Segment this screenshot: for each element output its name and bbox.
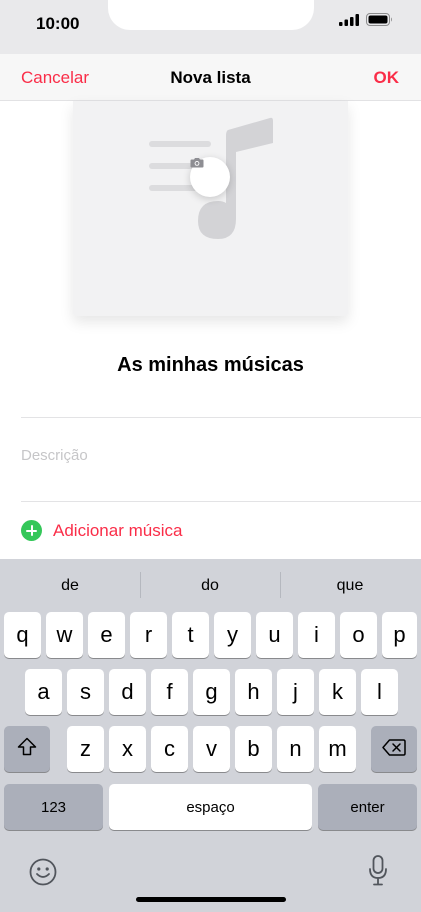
backspace-icon — [382, 736, 406, 762]
key-d[interactable]: d — [109, 669, 146, 715]
signal-icon — [339, 13, 359, 31]
keyboard: de do que q w e r t y u i o p a s d f g … — [0, 559, 421, 912]
divider — [21, 417, 421, 418]
key-n[interactable]: n — [277, 726, 314, 772]
key-e[interactable]: e — [88, 612, 125, 658]
key-r[interactable]: r — [130, 612, 167, 658]
key-o[interactable]: o — [340, 612, 377, 658]
key-t[interactable]: t — [172, 612, 209, 658]
key-p[interactable]: p — [382, 612, 417, 658]
key-v[interactable]: v — [193, 726, 230, 772]
add-music-button[interactable]: Adicionar música — [21, 520, 182, 541]
music-note-icon — [149, 117, 273, 239]
nav-bar: Cancelar Nova lista OK — [0, 54, 421, 101]
key-h[interactable]: h — [235, 669, 272, 715]
description-field[interactable]: Descrição — [21, 447, 88, 464]
status-time: 10:00 — [36, 14, 80, 33]
playlist-artwork[interactable] — [73, 101, 348, 316]
key-j[interactable]: j — [277, 669, 314, 715]
key-z[interactable]: z — [67, 726, 104, 772]
suggestion-3[interactable]: que — [280, 577, 420, 595]
emoji-icon — [29, 858, 57, 890]
battery-icon — [366, 13, 393, 31]
divider — [21, 501, 421, 502]
key-i[interactable]: i — [298, 612, 335, 658]
playlist-title[interactable]: As minhas músicas — [0, 354, 421, 377]
backspace-key[interactable] — [371, 726, 417, 772]
shift-icon — [17, 736, 37, 762]
key-s[interactable]: s — [67, 669, 104, 715]
status-bar: 10:00 — [0, 0, 421, 54]
change-artwork-button[interactable] — [190, 157, 230, 197]
ok-button[interactable]: OK — [374, 68, 400, 88]
key-w[interactable]: w — [46, 612, 83, 658]
suggestion-1[interactable]: de — [0, 577, 140, 595]
key-c[interactable]: c — [151, 726, 188, 772]
key-a[interactable]: a — [25, 669, 62, 715]
nav-title: Nova lista — [170, 68, 251, 87]
suggestion-bar: de do que — [0, 559, 421, 611]
key-x[interactable]: x — [109, 726, 146, 772]
dictation-button[interactable] — [368, 855, 388, 892]
add-music-label: Adicionar música — [53, 520, 183, 540]
key-y[interactable]: y — [214, 612, 251, 658]
key-b[interactable]: b — [235, 726, 272, 772]
key-g[interactable]: g — [193, 669, 230, 715]
emoji-button[interactable] — [29, 858, 57, 891]
key-f[interactable]: f — [151, 669, 188, 715]
key-k[interactable]: k — [319, 669, 356, 715]
key-l[interactable]: l — [361, 669, 398, 715]
notch — [108, 0, 314, 30]
key-m[interactable]: m — [319, 726, 356, 772]
add-icon — [21, 520, 42, 541]
screen: 10:00 Cancelar Nova lista OK As minhas m… — [0, 0, 421, 912]
space-key[interactable]: espaço — [109, 784, 312, 830]
home-indicator — [136, 897, 286, 902]
suggestion-2[interactable]: do — [140, 577, 280, 595]
enter-key[interactable]: enter — [318, 784, 417, 830]
shift-key[interactable] — [4, 726, 50, 772]
microphone-icon — [368, 855, 388, 891]
key-q[interactable]: q — [4, 612, 41, 658]
key-u[interactable]: u — [256, 612, 293, 658]
status-icons — [339, 13, 393, 31]
numbers-key[interactable]: 123 — [4, 784, 103, 830]
